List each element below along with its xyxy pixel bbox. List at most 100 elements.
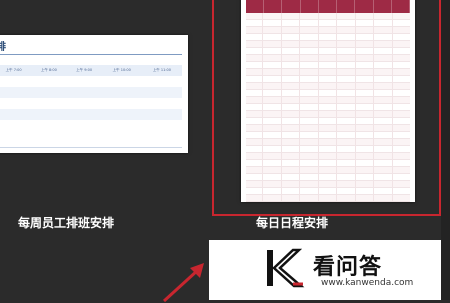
schedule-cell [317, 34, 337, 40]
schedule-cell [280, 83, 300, 89]
schedule-cell [280, 167, 300, 173]
schedule-cell [317, 125, 337, 131]
schedule-cell [336, 48, 355, 54]
schedule-row [246, 83, 410, 90]
schedule-cell [391, 181, 411, 187]
schedule-cell [280, 153, 300, 159]
schedule-cell [391, 48, 411, 54]
schedule-cell [354, 181, 374, 187]
shift-table: 上午 7:00 上午 8:00 上午 9:00 上午 10:00 上午 11:0… [0, 65, 182, 120]
schedule-cell [354, 118, 374, 124]
schedule-cell [336, 62, 355, 68]
schedule-cell [262, 83, 281, 89]
schedule-cell [336, 160, 355, 166]
schedule-cell [317, 146, 337, 152]
table-header-row: 上午 7:00 上午 8:00 上午 9:00 上午 10:00 上午 11:0… [0, 65, 182, 76]
table-cell [141, 87, 182, 98]
schedule-cell [391, 97, 411, 103]
schedule-cell [299, 48, 318, 54]
schedule-cell [336, 132, 355, 138]
thumbnail-title: 排 [0, 42, 6, 53]
schedule-cell [354, 160, 374, 166]
schedule-cell [317, 195, 337, 201]
schedule-cell [262, 55, 281, 61]
table-cell [31, 87, 67, 98]
schedule-cell [299, 76, 318, 82]
schedule-cell [391, 167, 411, 173]
schedule-cell [354, 41, 374, 47]
schedule-cell [299, 153, 318, 159]
schedule-time-cell [246, 69, 262, 75]
schedule-cell [317, 132, 337, 138]
schedule-row [246, 13, 410, 20]
template-thumbnail-daily-schedule[interactable] [241, 0, 415, 202]
schedule-time-cell [246, 13, 262, 19]
schedule-cell [299, 146, 318, 152]
schedule-cell [299, 167, 318, 173]
schedule-cell [354, 20, 374, 26]
table-row [0, 98, 182, 109]
schedule-cell [336, 27, 355, 33]
schedule-time-cell [246, 27, 262, 33]
table-header-cell: 上午 9:00 [66, 65, 102, 76]
schedule-cell [354, 13, 374, 19]
schedule-cell [317, 118, 337, 124]
schedule-cell [336, 41, 355, 47]
schedule-cell [373, 69, 392, 75]
schedule-cell [354, 97, 374, 103]
schedule-cell [299, 132, 318, 138]
schedule-cell [391, 34, 411, 40]
template-caption-daily-schedule[interactable]: 每日日程安排 [256, 214, 328, 231]
table-row [0, 87, 182, 98]
schedule-cell [391, 174, 411, 180]
schedule-cell [336, 174, 355, 180]
table-cell [101, 76, 142, 87]
schedule-row [246, 118, 410, 125]
schedule-cell [262, 181, 281, 187]
schedule-cell [373, 153, 392, 159]
schedule-cell [354, 83, 374, 89]
schedule-cell [391, 111, 411, 117]
table-cell [0, 76, 32, 87]
schedule-time-cell [246, 153, 262, 159]
schedule-row [246, 188, 410, 195]
schedule-cell [336, 20, 355, 26]
schedule-rows [246, 13, 411, 202]
schedule-row [246, 139, 410, 146]
template-caption-weekly-shift[interactable]: 每周员工排班安排 [18, 214, 114, 231]
schedule-cell [299, 69, 318, 75]
table-cell [66, 98, 102, 109]
schedule-time-cell [246, 111, 262, 117]
schedule-cell [262, 90, 281, 96]
schedule-time-cell [246, 181, 262, 187]
watermark-banner: 看问答 www.kanwenda.com [209, 240, 441, 300]
schedule-cell [373, 167, 392, 173]
schedule-row [246, 34, 410, 41]
schedule-cell [373, 41, 392, 47]
schedule-cell [262, 48, 281, 54]
schedule-cell [391, 132, 411, 138]
schedule-row [246, 55, 410, 62]
schedule-cell [280, 104, 300, 110]
schedule-cell [336, 34, 355, 40]
schedule-cell [391, 27, 411, 33]
schedule-time-cell [246, 167, 262, 173]
schedule-cell [391, 195, 411, 201]
schedule-cell [391, 90, 411, 96]
schedule-cell [280, 139, 300, 145]
template-thumbnail-weekly-shift[interactable]: 排 上午 7:00 上午 8:00 上午 9:00 上午 10:00 上午 11… [0, 35, 188, 153]
schedule-cell [354, 48, 374, 54]
schedule-cell [336, 125, 355, 131]
schedule-cell [317, 181, 337, 187]
table-cell [66, 109, 102, 120]
header-column [337, 0, 356, 13]
schedule-cell [391, 139, 411, 145]
schedule-cell [354, 90, 374, 96]
schedule-cell [373, 48, 392, 54]
schedule-cell [262, 118, 281, 124]
schedule-cell [280, 48, 300, 54]
schedule-time-cell [246, 48, 262, 54]
schedule-cell [262, 188, 281, 194]
schedule-cell [317, 160, 337, 166]
schedule-cell [262, 76, 281, 82]
